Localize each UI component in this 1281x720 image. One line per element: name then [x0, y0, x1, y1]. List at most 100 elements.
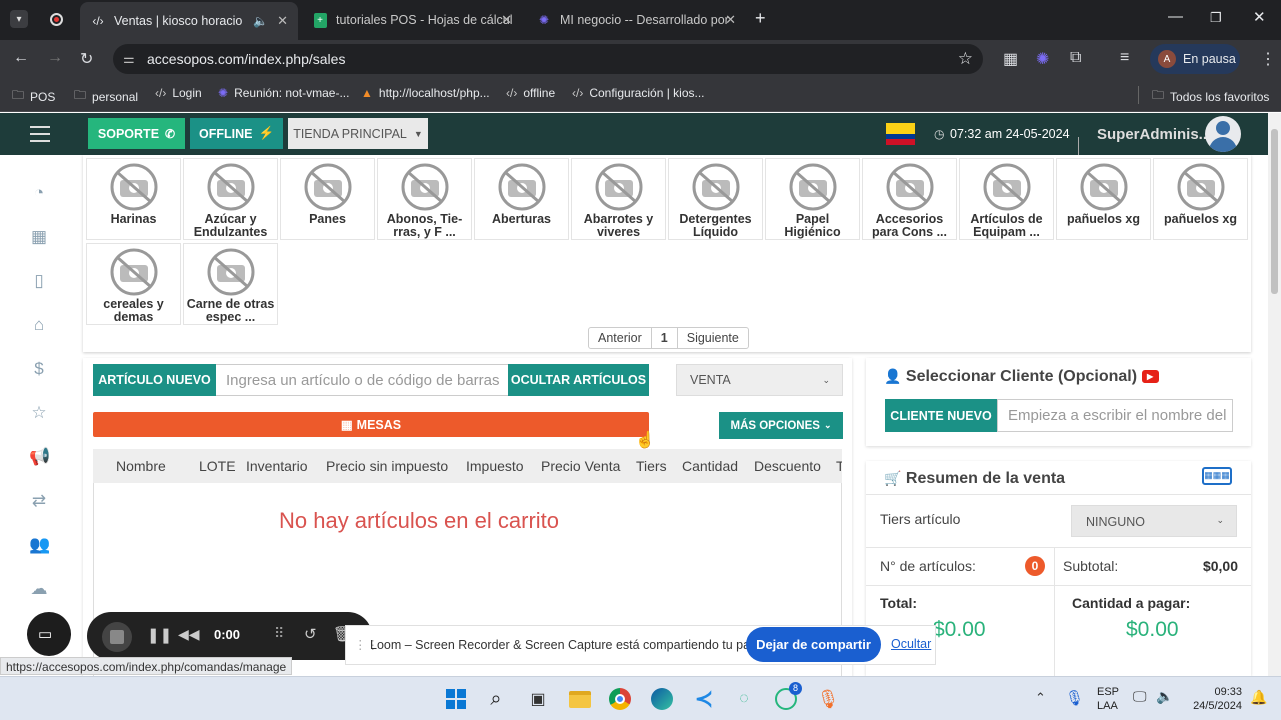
restore-icon[interactable]: ❐ [1210, 10, 1222, 26]
chrome-icon[interactable] [606, 685, 634, 713]
cloud-download-icon[interactable]: ☁ [29, 579, 49, 599]
item-search-input[interactable]: Ingresa un artículo o de código de barra… [216, 364, 508, 396]
volume-icon[interactable]: 🔈 [1156, 688, 1173, 705]
tab-ventas[interactable]: ‹/› Ventas | kiosco horacio 🔈 ✕ [80, 2, 298, 40]
client-search-input[interactable]: Empieza a escribir el nombre del [997, 399, 1233, 432]
category-tile[interactable]: pañuelos xg [1056, 158, 1151, 240]
calendar-icon[interactable]: ▦ [29, 227, 49, 247]
user-name[interactable]: SuperAdminis... [1097, 126, 1211, 143]
close-tab-icon[interactable]: ✕ [725, 12, 736, 28]
menu-kebab-icon[interactable]: ⋮ [1260, 49, 1276, 69]
restart-icon[interactable]: ↺ [304, 625, 317, 643]
page-scrollbar[interactable] [1268, 113, 1281, 676]
hide-link[interactable]: Ocultar [891, 637, 931, 651]
category-tile[interactable]: Artículos de Equipam ... [959, 158, 1054, 240]
col-precio-venta[interactable]: Precio Venta [541, 458, 620, 474]
dashboard-icon[interactable]: ◔ [29, 183, 49, 203]
whatsapp-icon[interactable]: 8 [772, 682, 802, 713]
language-indicator[interactable]: ESP LAA [1097, 685, 1119, 713]
category-tile[interactable]: Azúcar y Endulzantes [183, 158, 278, 240]
bookmark-login[interactable]: ‹/› Login [155, 86, 202, 100]
task-view-icon[interactable]: ▣ [524, 685, 552, 713]
pager-prev[interactable]: Anterior [589, 328, 652, 348]
file-explorer-icon[interactable] [566, 685, 594, 713]
bookmark-offline[interactable]: ‹/› offline [506, 86, 555, 100]
users-icon[interactable]: 👥 [29, 535, 50, 555]
extension-flower-icon[interactable]: ✺ [1036, 49, 1049, 69]
pager-page[interactable]: 1 [652, 328, 678, 348]
windows-start-icon[interactable] [442, 685, 470, 713]
store-select[interactable]: TIENDA PRINCIPAL ▼ [288, 118, 428, 149]
microphone-app-icon[interactable]: 🎙 [814, 685, 842, 713]
mesas-button[interactable]: ▦ MESAS [93, 412, 649, 437]
col-precio-sin-impuesto[interactable]: Precio sin impuesto [326, 458, 448, 474]
category-tile[interactable]: Panes [280, 158, 375, 240]
rewind-icon[interactable]: ◀◀ [178, 626, 200, 643]
window-close-icon[interactable]: ✕ [1253, 8, 1266, 26]
offline-button[interactable]: OFFLINE ⚡ [190, 118, 283, 149]
dollar-icon[interactable]: $ [29, 359, 49, 379]
notification-bell-icon[interactable]: 🔔 [1250, 689, 1267, 706]
stop-recording-icon[interactable] [102, 622, 132, 652]
search-icon[interactable]: ⌕ [482, 685, 510, 713]
address-bar[interactable]: ⚌ accesopos.com/index.php/sales ☆ [113, 44, 983, 74]
back-icon[interactable]: ← [13, 49, 29, 67]
bookmark-localhost[interactable]: ▲ http://localhost/php... [361, 86, 490, 100]
bank-icon[interactable]: ⌂ [29, 315, 49, 335]
support-button[interactable]: SOPORTE ✆ [88, 118, 185, 149]
category-tile[interactable]: Abarrotes y viveres [571, 158, 666, 240]
transfer-icon[interactable]: ⇄ [29, 491, 49, 511]
speaker-icon[interactable]: 🔈 [253, 14, 268, 28]
col-tiers[interactable]: Tiers [636, 458, 667, 474]
extension-grid-icon[interactable]: ▦ [1003, 49, 1018, 69]
profile-button[interactable]: A En pausa [1150, 44, 1240, 74]
forward-icon[interactable]: → [47, 49, 63, 67]
bookmark-reunion[interactable]: ✺ Reunión: not-vmae-... [218, 86, 349, 100]
col-lote[interactable]: LOTE [199, 458, 236, 474]
bookmark-star-icon[interactable]: ☆ [958, 49, 973, 69]
building-icon[interactable]: ▯ [29, 271, 49, 291]
reload-icon[interactable]: ↻ [80, 49, 93, 69]
bookmark-pos[interactable]: 🗀 POS [12, 86, 55, 107]
close-tab-icon[interactable]: ✕ [277, 13, 288, 29]
pause-icon[interactable]: ❚❚ [147, 626, 172, 644]
tray-mic-icon[interactable]: 🎙 [1065, 689, 1084, 707]
sale-mode-select[interactable]: VENTA ⌄ [676, 364, 843, 396]
tray-chevron-icon[interactable]: ⌃ [1035, 690, 1046, 706]
monitor-icon[interactable]: 🖵 [1133, 688, 1147, 705]
category-tile[interactable]: Abonos, Tie-rras, y F ... [377, 158, 472, 240]
app-icon[interactable]: ◌ [730, 685, 758, 713]
new-item-button[interactable]: ARTÍCULO NUEVO [93, 364, 216, 396]
col-descuento[interactable]: Descuento [754, 458, 821, 474]
bookmark-personal[interactable]: 🗀 personal [74, 86, 138, 107]
vscode-icon[interactable]: ≺ [690, 685, 718, 713]
col-total[interactable]: T [836, 458, 842, 474]
megaphone-icon[interactable]: 📢 [29, 447, 50, 467]
new-client-button[interactable]: CLIENTE NUEVO [885, 399, 997, 432]
tiers-select[interactable]: NINGUNO ⌄ [1071, 505, 1237, 537]
category-tile[interactable]: pañuelos xg [1153, 158, 1248, 240]
category-tile[interactable]: Aberturas [474, 158, 569, 240]
user-avatar-icon[interactable] [1205, 116, 1241, 152]
clock-display[interactable]: 09:33 24/5/2024 [1186, 685, 1242, 713]
drag-handle-icon[interactable]: ⠿ [274, 625, 284, 642]
pager-next[interactable]: Siguiente [678, 328, 748, 348]
tab-mi-negocio[interactable]: ✺ MI negocio -- Desarrollado por ✕ [526, 4, 746, 36]
category-tile[interactable]: Carne de otras espec ... [183, 243, 278, 325]
media-control-icon[interactable]: ≡ [1120, 49, 1129, 67]
hamburger-menu-icon[interactable] [30, 126, 50, 142]
col-nombre[interactable]: Nombre [116, 458, 166, 474]
more-options-button[interactable]: MÁS OPCIONES ⌄ [719, 412, 843, 439]
category-tile[interactable]: Detergentes Líquido [668, 158, 763, 240]
bookmark-configuracion[interactable]: ‹/› Configuración | kios... [572, 86, 705, 100]
stop-sharing-button[interactable]: Dejar de compartir [746, 627, 881, 662]
all-bookmarks[interactable]: 🗀 Todos los favoritos [1152, 86, 1269, 107]
hide-items-button[interactable]: OCULTAR ARTÍCULOS [508, 364, 649, 396]
close-tab-icon[interactable]: ✕ [501, 12, 512, 28]
keyboard-icon[interactable]: ▦▦▦ [1202, 467, 1232, 485]
minimize-icon[interactable]: — [1168, 8, 1183, 25]
edge-icon[interactable] [648, 685, 676, 713]
category-tile[interactable]: cereales y demas [86, 243, 181, 325]
tab-tutoriales[interactable]: + tutoriales POS - Hojas de cálcul ✕ [302, 4, 522, 36]
col-impuesto[interactable]: Impuesto [466, 458, 524, 474]
